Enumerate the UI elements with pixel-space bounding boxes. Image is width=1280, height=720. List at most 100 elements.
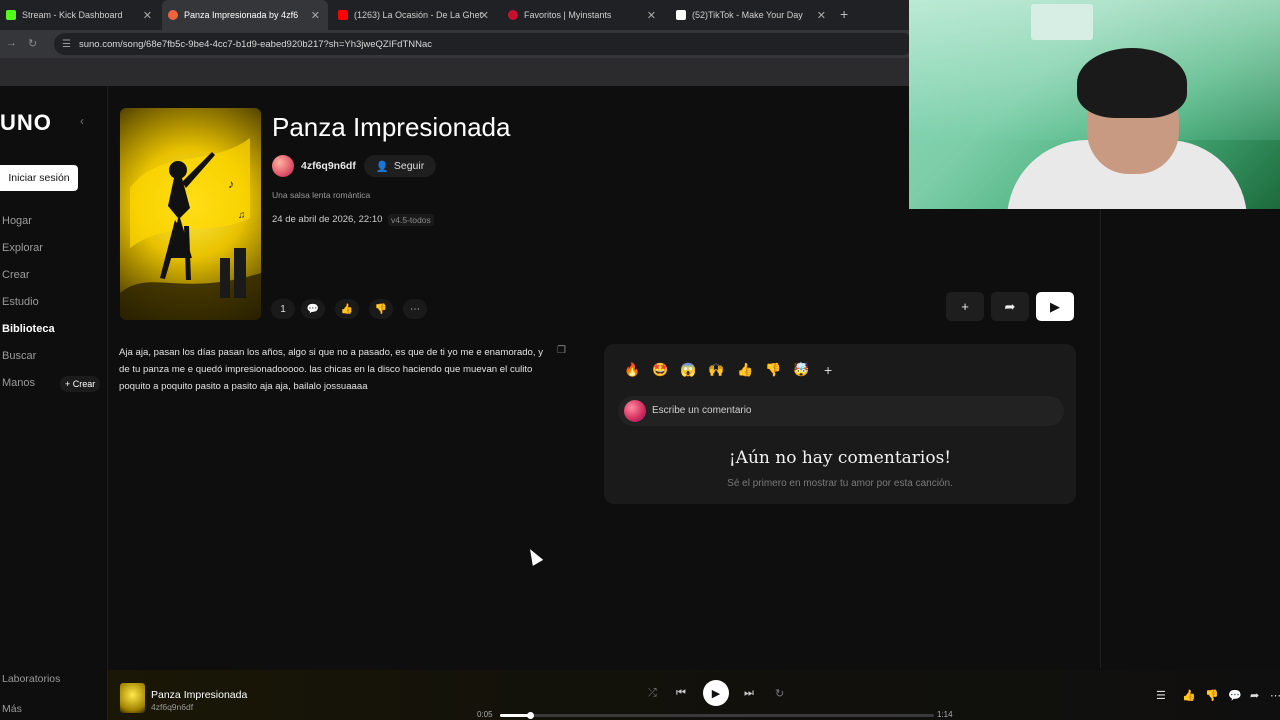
close-icon[interactable]: ✕ — [817, 9, 826, 22]
like-icon[interactable]: 👍 — [335, 299, 359, 319]
webcam-person-image — [1007, 40, 1247, 209]
add-to-playlist-button[interactable]: + — [946, 292, 984, 321]
player-artist[interactable]: 4zf6q9n6df — [151, 702, 193, 712]
play-count-badge: 1 — [271, 299, 295, 319]
reaction-raised-hands-icon[interactable]: 🙌 — [708, 362, 724, 378]
dislike-icon[interactable]: 👎 — [369, 299, 393, 319]
repeat-icon[interactable]: ↻ — [775, 687, 784, 700]
progress-knob[interactable] — [527, 712, 535, 719]
like-icon[interactable]: 👍 — [1182, 689, 1196, 702]
comment-icon[interactable]: 💬 — [301, 299, 325, 319]
close-icon[interactable]: ✕ — [311, 9, 320, 22]
tab-title: Favoritos | Myinstants — [524, 10, 612, 20]
close-icon[interactable]: ✕ — [143, 9, 152, 22]
crear-chip-button[interactable]: + Crear — [60, 376, 101, 392]
person-hair — [1077, 48, 1187, 118]
user-plus-icon: 👤 — [375, 160, 389, 173]
suno-icon — [168, 10, 178, 20]
more-options-icon[interactable]: ⋯ — [1270, 689, 1280, 702]
reaction-star-eyes-icon[interactable]: 🤩 — [652, 362, 668, 378]
svg-text:♫: ♫ — [238, 210, 246, 221]
reaction-fire-icon[interactable]: 🔥 — [624, 362, 640, 378]
youtube-icon — [338, 10, 348, 20]
sidebar-item-crear[interactable]: Crear — [2, 269, 30, 281]
reaction-mind-blown-icon[interactable]: 🤯 — [793, 362, 809, 378]
song-date: 24 de abril de 2026, 22:10 — [272, 214, 383, 225]
suno-logo[interactable]: UNO — [0, 110, 52, 136]
forward-icon[interactable]: → — [6, 37, 17, 49]
share-icon[interactable]: ➦ — [1250, 689, 1259, 702]
song-cover-art: ♪ ♫ — [120, 108, 261, 320]
queue-icon[interactable]: ☰ — [1156, 689, 1166, 702]
empty-comments-title: ¡Aún no hay comentarios! — [728, 448, 952, 468]
shuffle-icon[interactable]: ⤮ — [648, 687, 657, 700]
sidebar-item-mas[interactable]: Más — [2, 703, 22, 715]
follow-button[interactable]: 👤 Seguir — [364, 155, 436, 177]
sidebar-item-explorar[interactable]: Explorar — [2, 242, 43, 254]
tab-suno[interactable]: Panza Impresionada by 4zf6 ✕ — [162, 0, 328, 30]
player-bar: Panza Impresionada 4zf6q9n6df ⤮ ⏮ ▶ ⏭ ↻ … — [108, 670, 1280, 720]
sidebar-item-buscar[interactable]: Buscar — [2, 350, 36, 362]
reload-icon[interactable]: ↻ — [28, 37, 37, 50]
player-cover-thumbnail[interactable] — [120, 683, 145, 713]
tiktok-icon — [676, 10, 686, 20]
comment-icon[interactable]: 💬 — [1228, 689, 1242, 702]
follow-label: Seguir — [393, 160, 425, 172]
play-icon: ▶ — [711, 687, 721, 700]
close-icon[interactable]: ✕ — [480, 9, 489, 22]
tab-myinstants[interactable]: Favoritos | Myinstants ✕ — [502, 0, 664, 30]
comments-panel: 🔥 🤩 😱 🙌 👍 👎 🤯 + Escribe un comentario ¡A… — [604, 344, 1076, 504]
share-icon: ➦ — [1004, 298, 1016, 314]
current-time: 0:05 — [477, 710, 493, 719]
song-title: Panza Impresionada — [272, 112, 511, 142]
artist-name[interactable]: 4zf6q9n6df — [301, 160, 356, 172]
new-tab-button[interactable]: + — [840, 6, 848, 22]
url-text: suno.com/song/68e7fb5c-9be4-4cc7-b1d9-ea… — [78, 38, 433, 50]
more-options-icon[interactable]: ⋯ — [403, 299, 427, 319]
share-button[interactable]: ➦ — [991, 292, 1029, 321]
duration: 1:14 — [937, 710, 953, 719]
tab-kick[interactable]: Stream - Kick Dashboard ✕ — [0, 0, 160, 30]
tab-youtube[interactable]: (1263) La Ocasión - De La Ghet ✕ — [332, 0, 497, 30]
mouse-cursor-icon — [524, 546, 544, 566]
player-play-button[interactable]: ▶ — [703, 680, 729, 706]
signin-button[interactable]: Iniciar sesión — [0, 165, 78, 191]
copy-icon[interactable]: ❐ — [557, 345, 566, 356]
comment-input[interactable]: Escribe un comentario — [618, 396, 1064, 426]
plus-icon: + — [961, 299, 969, 314]
tab-title: (1263) La Ocasión - De La Ghet — [354, 10, 483, 20]
tab-tiktok[interactable]: (52)TikTok - Make Your Day ✕ — [670, 0, 834, 30]
url-field[interactable]: ☰ suno.com/song/68e7fb5c-9be4-4cc7-b1d9-… — [54, 33, 914, 55]
next-icon[interactable]: ⏭ — [744, 687, 754, 700]
chevron-left-icon[interactable]: ‹ — [80, 114, 84, 128]
reaction-thumbs-up-icon[interactable]: 👍 — [737, 362, 753, 378]
sidebar-item-laboratorios[interactable]: Laboratorios — [2, 673, 60, 685]
divider — [1100, 208, 1101, 668]
dancer-silhouette-icon: ♪ ♫ — [120, 138, 261, 320]
previous-icon[interactable]: ⏮ — [676, 687, 686, 700]
add-reaction-icon[interactable]: + — [824, 362, 832, 378]
reaction-thumbs-down-icon[interactable]: 👎 — [765, 362, 781, 378]
song-description: Una salsa lenta romántica — [272, 190, 371, 200]
sidebar-item-estudio[interactable]: Estudio — [2, 296, 39, 308]
sidebar-item-hogar[interactable]: Hogar — [2, 215, 32, 227]
sidebar-item-manos[interactable]: Manos — [2, 377, 35, 389]
dislike-icon[interactable]: 👎 — [1205, 689, 1219, 702]
progress-fill — [500, 714, 531, 717]
version-badge: v4.5-todos — [388, 214, 434, 226]
play-button[interactable]: ▶ — [1036, 292, 1074, 321]
player-song-title[interactable]: Panza Impresionada — [151, 689, 247, 701]
avatar — [624, 400, 646, 422]
sidebar: UNO ‹ Iniciar sesión Hogar Explorar Crea… — [0, 86, 108, 720]
close-icon[interactable]: ✕ — [647, 9, 656, 22]
empty-comments-subtitle: Sé el primero en mostrar tu amor por est… — [727, 478, 953, 489]
reaction-shocked-icon[interactable]: 😱 — [680, 362, 696, 378]
sidebar-item-biblioteca[interactable]: Biblioteca — [2, 323, 55, 335]
progress-bar[interactable] — [500, 712, 934, 719]
avatar[interactable] — [272, 155, 294, 177]
tab-title: Panza Impresionada by 4zf6 — [184, 10, 299, 20]
site-settings-icon[interactable]: ☰ — [62, 39, 71, 50]
lyrics-text: Aja aja, pasan los días pasan los años, … — [119, 347, 544, 392]
kick-icon — [6, 10, 16, 20]
myinstants-icon — [508, 10, 518, 20]
